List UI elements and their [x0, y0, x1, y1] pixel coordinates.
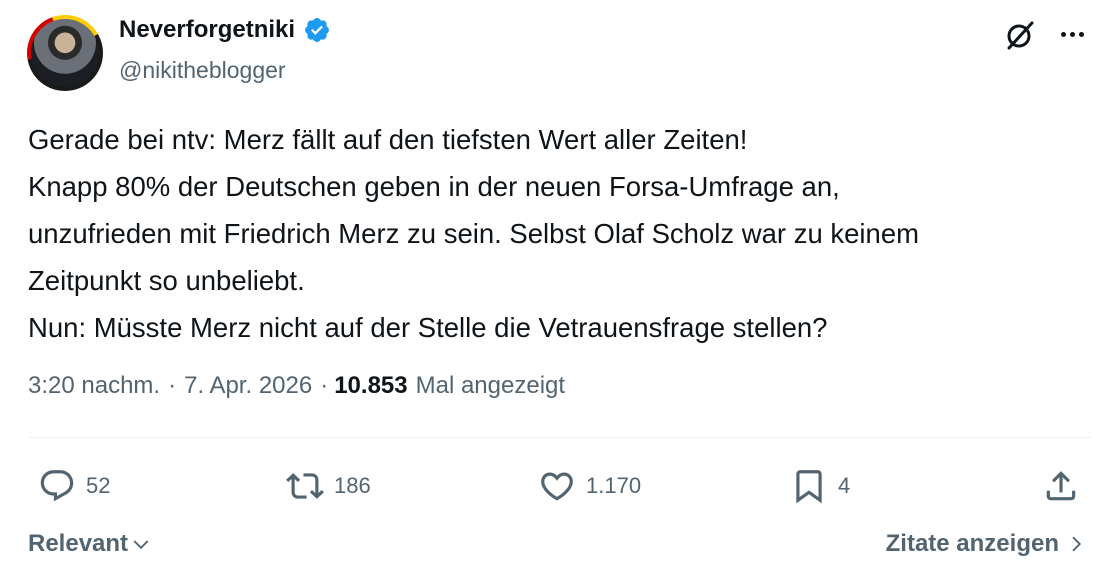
- more-icon[interactable]: [1055, 22, 1089, 46]
- meta-separator: ·: [320, 372, 329, 399]
- grok-icon[interactable]: [1003, 18, 1037, 52]
- chevron-right-icon: [1072, 536, 1082, 552]
- share-icon: [1046, 471, 1076, 501]
- tweet-line: Knapp 80% der Deutschen geben in der neu…: [28, 171, 840, 202]
- tweet-line: unzufrieden mit Friedrich Merz zu sein. …: [28, 218, 920, 249]
- sort-replies-dropdown[interactable]: Relevant: [28, 530, 150, 558]
- meta-separator: ·: [168, 372, 177, 399]
- verified-badge-icon: [305, 18, 330, 42]
- repost-count: 186: [334, 473, 371, 498]
- like-icon: [541, 472, 573, 501]
- author-handle[interactable]: @nikitheblogger: [119, 57, 286, 84]
- quotes-label: Zitate anzeigen: [885, 530, 1059, 557]
- sort-label: Relevant: [28, 530, 129, 557]
- avatar[interactable]: [27, 15, 103, 91]
- avatar-photo: [31, 19, 99, 87]
- bookmark-icon: [796, 470, 822, 504]
- tweet-line: Zeitpunkt so unbeliebt.: [28, 265, 305, 296]
- author-name-row: Neverforgetniki: [119, 16, 331, 44]
- like-count: 1.170: [586, 473, 642, 498]
- like-button[interactable]: 1.170: [538, 460, 641, 512]
- tweet-date[interactable]: 7. Apr. 2026: [184, 372, 312, 400]
- view-count: 10.853: [334, 372, 408, 399]
- reply-button[interactable]: 52: [38, 460, 110, 512]
- view-quotes-link[interactable]: Zitate anzeigen: [886, 530, 1085, 558]
- action-bar: 52 186 1.170 4: [0, 460, 1115, 512]
- chevron-down-icon: [133, 540, 149, 550]
- view-count-label: Mal angezeigt: [415, 372, 566, 399]
- display-name[interactable]: Neverforgetniki: [119, 16, 295, 44]
- bookmark-count: 4: [838, 473, 851, 498]
- tweet-line: Gerade bei ntv: Merz fällt auf den tiefs…: [28, 124, 748, 155]
- bookmark-button[interactable]: 4: [790, 460, 850, 512]
- tweet-text: Gerade bei ntv: Merz fällt auf den tiefs…: [28, 116, 1098, 351]
- repost-button[interactable]: 186: [286, 460, 371, 512]
- repost-icon: [286, 473, 324, 499]
- tweet-line: Nun: Müsste Merz nicht auf der Stelle di…: [28, 312, 828, 343]
- divider: [28, 437, 1091, 438]
- tweet-time[interactable]: 3:20 nachm.: [28, 372, 160, 400]
- tweet-meta: 3:20 nachm. · 7. Apr. 2026 · 10.853 Mal …: [28, 372, 565, 400]
- reply-icon: [40, 470, 74, 502]
- share-button[interactable]: [1042, 460, 1080, 512]
- reply-count: 52: [86, 473, 111, 498]
